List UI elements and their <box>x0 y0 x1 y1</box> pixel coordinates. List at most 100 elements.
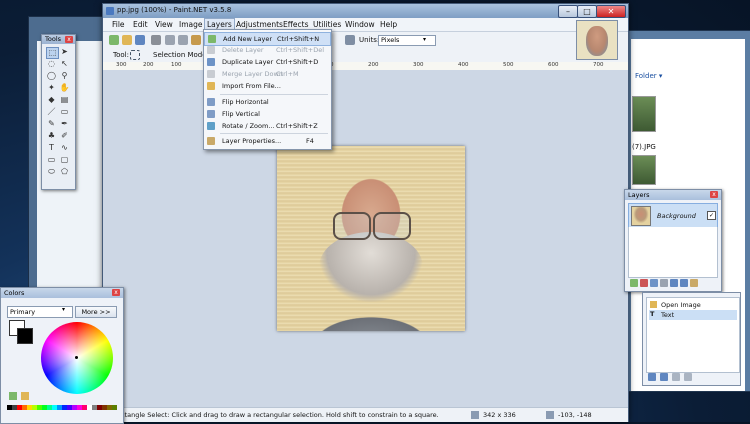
menu-view[interactable]: View <box>153 20 175 29</box>
tools-close-button[interactable]: x <box>65 36 73 43</box>
delete-layer-icon[interactable] <box>640 279 648 287</box>
ellipse-select-tool-icon[interactable]: ◯ <box>46 71 57 81</box>
tools-panel-titlebar[interactable]: Tools x <box>42 35 75 44</box>
rewind-icon[interactable] <box>648 373 656 381</box>
chevron-down-icon[interactable]: ▾ <box>423 36 426 43</box>
move-selected-tool-icon[interactable]: ↖ <box>59 59 70 69</box>
grid-icon[interactable] <box>345 35 355 45</box>
fast-forward-icon[interactable] <box>684 373 692 381</box>
minimize-button[interactable]: – <box>558 5 578 18</box>
rectangle-select-tool-icon[interactable]: ⬚ <box>46 47 59 59</box>
color-picker-tool-icon[interactable]: ✒ <box>59 119 70 129</box>
cut-icon[interactable] <box>165 35 175 45</box>
new-icon[interactable] <box>109 35 119 45</box>
menu-delete-layer[interactable]: Delete Layer Ctrl+Shift+Del <box>204 44 331 56</box>
title-bar[interactable]: pp.jpg (100%) - Paint.NET v3.5.8 – □ ✕ <box>103 4 628 18</box>
layer-visibility-checkbox[interactable]: ✓ <box>707 211 716 220</box>
menu-utilities[interactable]: Utilities <box>311 20 343 29</box>
menu-flip-vertical[interactable]: Flip Vertical <box>204 108 331 120</box>
paintbrush-tool-icon[interactable]: ／ <box>46 107 57 117</box>
move-layer-up-icon[interactable] <box>670 279 678 287</box>
palette-swatch[interactable] <box>112 405 117 410</box>
text-tool-icon[interactable]: T <box>46 143 57 153</box>
explorer-thumbnail-2[interactable] <box>632 155 656 185</box>
save-icon[interactable] <box>135 35 145 45</box>
selection-tool-icon[interactable] <box>130 50 140 60</box>
gradient-tool-icon[interactable]: ▤ <box>59 95 70 105</box>
rectangle-tool-icon[interactable]: ▭ <box>46 155 57 165</box>
menu-image[interactable]: Image <box>177 20 205 29</box>
paste-icon[interactable] <box>191 35 201 45</box>
canvas-area[interactable] <box>103 70 628 407</box>
layer-thumbnail <box>631 206 651 226</box>
menu-item-shortcut: Ctrl+Shift+Del <box>276 46 325 54</box>
ruler-tick: 300 <box>413 62 424 68</box>
layers-panel-titlebar[interactable]: Layers x <box>625 190 721 200</box>
freeform-shape-tool-icon[interactable]: ⬠ <box>59 167 70 177</box>
magic-wand-tool-icon[interactable]: ✦ <box>46 83 57 93</box>
add-palette-icon[interactable] <box>9 392 17 400</box>
move-selection-tool-icon[interactable]: ➤ <box>59 47 70 57</box>
menu-edit[interactable]: Edit <box>131 20 150 29</box>
cursor-position-icon <box>546 411 554 419</box>
menu-adjustments[interactable]: Adjustments <box>234 20 285 29</box>
rounded-rectangle-tool-icon[interactable]: ▢ <box>59 155 70 165</box>
undo-icon[interactable] <box>660 373 668 381</box>
recolor-tool-icon[interactable]: ✐ <box>59 131 70 141</box>
layers-close-button[interactable]: x <box>710 191 718 198</box>
color-wheel-marker[interactable] <box>75 356 78 359</box>
chevron-down-icon[interactable]: ▾ <box>62 306 65 313</box>
secondary-color-swatch[interactable] <box>17 328 33 344</box>
layer-properties-icon[interactable] <box>690 279 698 287</box>
print-icon[interactable] <box>151 35 161 45</box>
pencil-tool-icon[interactable]: ✎ <box>46 119 57 129</box>
maximize-button[interactable]: □ <box>577 5 597 18</box>
history-item-text[interactable]: T Text <box>649 310 737 320</box>
colors-panel-titlebar[interactable]: Colors x <box>1 288 123 298</box>
photo-canvas-image[interactable] <box>277 146 465 331</box>
lasso-tool-icon[interactable]: ◌ <box>46 59 57 69</box>
line-tool-icon[interactable]: ∿ <box>59 143 70 153</box>
open-icon[interactable] <box>122 35 132 45</box>
eraser-tool-icon[interactable]: ▭ <box>59 107 70 117</box>
menu-merge-layer-down[interactable]: Merge Layer Down Ctrl+M <box>204 68 331 80</box>
move-layer-down-icon[interactable] <box>680 279 688 287</box>
duplicate-layer-icon[interactable] <box>650 279 658 287</box>
layer-row-background[interactable]: Background ✓ <box>628 203 718 228</box>
flip-horizontal-icon <box>207 98 215 106</box>
ruler-tick: 400 <box>458 62 469 68</box>
colors-close-button[interactable]: x <box>112 289 120 296</box>
explorer-thumbnail[interactable] <box>632 96 656 132</box>
menu-item-shortcut: F4 <box>306 137 314 145</box>
menu-layer-properties[interactable]: Layer Properties... F4 <box>204 135 331 147</box>
color-palette[interactable] <box>7 405 117 415</box>
menu-effects[interactable]: Effects <box>281 20 311 29</box>
menu-flip-horizontal[interactable]: Flip Horizontal <box>204 96 331 108</box>
paint-bucket-tool-icon[interactable]: ◆ <box>46 95 57 105</box>
close-button[interactable]: ✕ <box>596 5 626 18</box>
history-list: Open Image T Text <box>646 297 740 373</box>
menu-help[interactable]: Help <box>378 20 399 29</box>
palette-menu-icon[interactable] <box>21 392 29 400</box>
menu-item-label: Duplicate Layer <box>222 58 274 66</box>
menu-rotate-zoom[interactable]: Rotate / Zoom... Ctrl+Shift+Z <box>204 120 331 132</box>
menu-duplicate-layer[interactable]: Duplicate Layer Ctrl+Shift+D <box>204 56 331 68</box>
more-colors-button[interactable]: More >> <box>75 306 117 318</box>
menu-window[interactable]: Window <box>343 20 377 29</box>
folder-link[interactable]: Folder ▾ <box>635 72 662 80</box>
history-item-open-image[interactable]: Open Image <box>649 300 737 310</box>
add-layer-icon[interactable] <box>630 279 638 287</box>
menu-file[interactable]: File <box>110 20 127 29</box>
clone-stamp-tool-icon[interactable]: ♣ <box>46 131 57 141</box>
pan-tool-icon[interactable]: ✋ <box>59 83 70 93</box>
zoom-tool-icon[interactable]: ⚲ <box>59 71 70 81</box>
redo-icon[interactable] <box>672 373 680 381</box>
duplicate-layer-icon <box>207 58 215 66</box>
image-thumbnail[interactable] <box>576 20 618 60</box>
color-wheel[interactable] <box>41 322 113 394</box>
menu-import-from-file[interactable]: Import From File... <box>204 80 331 92</box>
copy-icon[interactable] <box>178 35 188 45</box>
ellipse-tool-icon[interactable]: ⬭ <box>46 167 57 177</box>
units-select[interactable]: Pixels <box>378 35 436 46</box>
merge-layer-icon[interactable] <box>660 279 668 287</box>
